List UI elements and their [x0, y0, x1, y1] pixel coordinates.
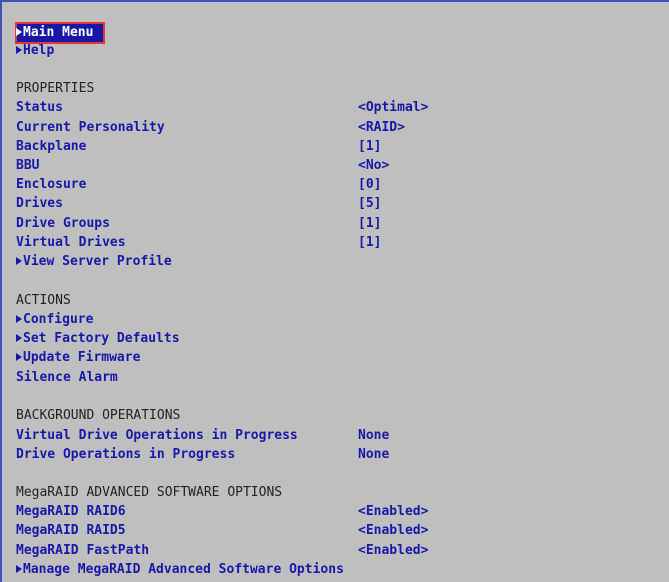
- help-link[interactable]: Help: [16, 42, 54, 60]
- submenu-arrow-icon: [16, 28, 22, 36]
- configure-label: Configure: [23, 312, 94, 327]
- update-firmware-label: Update Firmware: [23, 350, 141, 365]
- raid6-label: MegaRAID RAID6: [16, 504, 126, 519]
- bbu-value[interactable]: <No>: [358, 157, 389, 175]
- update-firmware-link[interactable]: Update Firmware: [16, 349, 140, 367]
- raid6-value[interactable]: <Enabled>: [358, 503, 428, 521]
- manage-advanced-options-link[interactable]: Manage MegaRAID Advanced Software Option…: [16, 561, 344, 579]
- manage-advanced-options-label: Manage MegaRAID Advanced Software Option…: [23, 562, 344, 577]
- virtual-drives-label: Virtual Drives: [16, 235, 126, 250]
- drive-groups-value[interactable]: [1]: [358, 215, 381, 233]
- raid5-label: MegaRAID RAID5: [16, 523, 126, 538]
- drive-operations-value: None: [358, 447, 390, 462]
- enclosure-label: Enclosure: [16, 177, 87, 192]
- configure-link[interactable]: Configure: [16, 311, 93, 329]
- view-server-profile-link[interactable]: View Server Profile: [16, 253, 172, 271]
- drives-label: Drives: [16, 196, 63, 211]
- properties-header: PROPERTIES: [16, 81, 95, 96]
- bbu-label: BBU: [16, 158, 40, 173]
- bios-screen: Main Menu Help PROPERTIES Status <Optima…: [0, 0, 669, 582]
- vd-operations-value: None: [358, 428, 390, 443]
- view-server-profile-label: View Server Profile: [23, 254, 172, 269]
- enclosure-value[interactable]: [0]: [358, 176, 381, 194]
- submenu-arrow-icon: [16, 315, 22, 323]
- drives-value[interactable]: [5]: [358, 195, 381, 213]
- submenu-arrow-icon: [16, 353, 22, 361]
- current-personality-label: Current Personality: [16, 120, 165, 135]
- actions-header: ACTIONS: [16, 293, 71, 308]
- silence-alarm-item[interactable]: Silence Alarm: [16, 369, 118, 387]
- submenu-arrow-icon: [16, 257, 22, 265]
- help-label: Help: [23, 43, 55, 58]
- set-factory-defaults-link[interactable]: Set Factory Defaults: [16, 330, 180, 348]
- raid5-value[interactable]: <Enabled>: [358, 522, 428, 540]
- submenu-arrow-icon: [16, 334, 22, 342]
- drive-groups-label: Drive Groups: [16, 216, 110, 231]
- submenu-arrow-icon: [16, 46, 22, 54]
- advanced-options-header: MegaRAID ADVANCED SOFTWARE OPTIONS: [16, 485, 283, 500]
- submenu-arrow-icon: [16, 565, 22, 573]
- fastpath-label: MegaRAID FastPath: [16, 543, 150, 558]
- drive-operations-label: Drive Operations in Progress: [16, 447, 236, 462]
- backplane-value[interactable]: [1]: [358, 138, 381, 156]
- background-operations-header: BACKGROUND OPERATIONS: [16, 408, 181, 423]
- backplane-label: Backplane: [16, 139, 87, 154]
- vd-operations-label: Virtual Drive Operations in Progress: [16, 428, 298, 443]
- main-menu-label: Main Menu: [23, 25, 94, 40]
- fastpath-value[interactable]: <Enabled>: [358, 542, 428, 560]
- status-label: Status: [16, 100, 63, 115]
- main-menu-link[interactable]: Main Menu: [16, 24, 93, 42]
- status-value[interactable]: <Optimal>: [358, 99, 428, 117]
- virtual-drives-value[interactable]: [1]: [358, 234, 381, 252]
- set-factory-defaults-label: Set Factory Defaults: [23, 331, 180, 346]
- current-personality-value[interactable]: <RAID>: [358, 119, 405, 137]
